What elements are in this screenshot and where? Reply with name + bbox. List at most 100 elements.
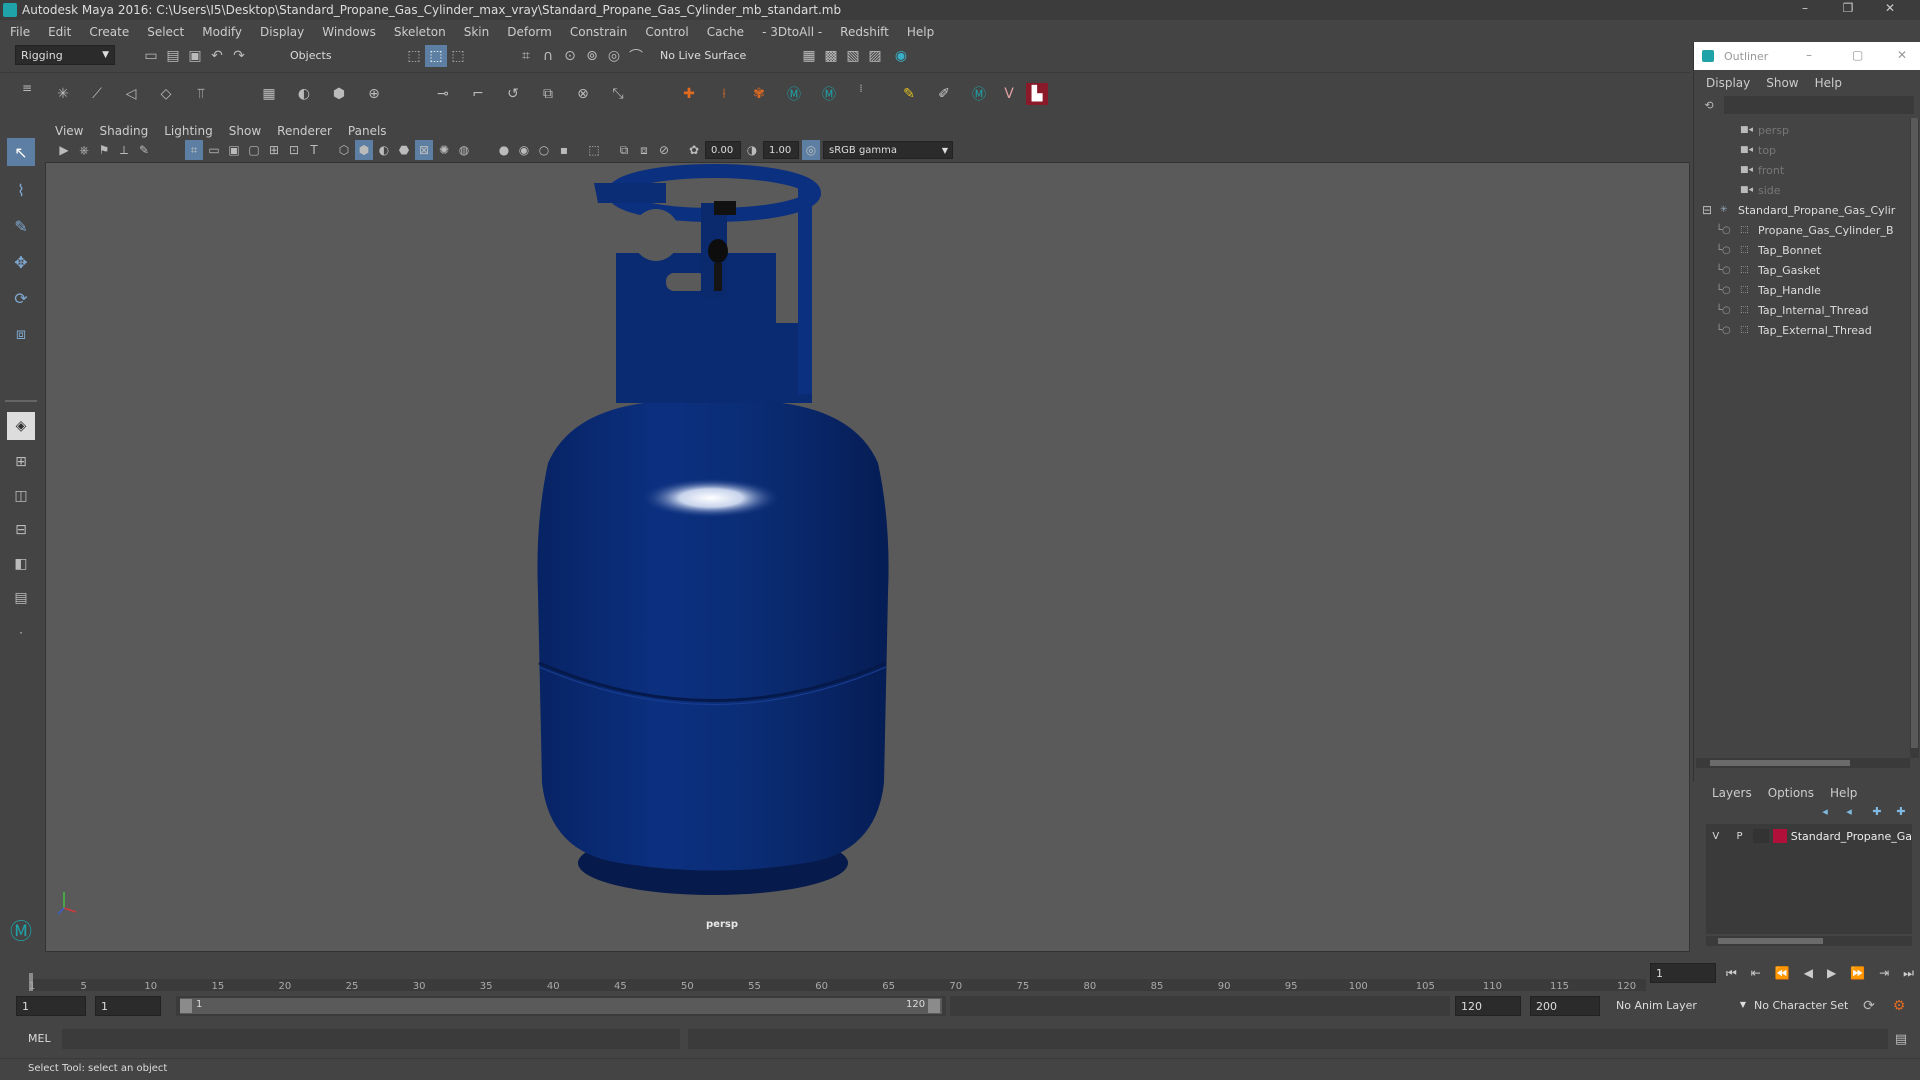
hypershade-icon[interactable]: ◉ xyxy=(890,45,912,67)
menu-windows[interactable]: Windows xyxy=(322,25,376,39)
filter-icon[interactable]: ⟲ xyxy=(1700,96,1718,114)
viewport-3d[interactable]: persp xyxy=(45,162,1690,952)
xray-joints-icon[interactable]: ⧉ xyxy=(615,140,633,160)
auto-key-icon[interactable]: ⟳ xyxy=(1858,995,1880,1017)
constraint-pole-icon[interactable]: ⤡ xyxy=(607,83,629,105)
resolution-gate-icon[interactable]: ▣ xyxy=(225,140,243,160)
outliner-menu-show[interactable]: Show xyxy=(1766,76,1798,90)
ipr-render-icon[interactable]: ▧ xyxy=(842,45,864,67)
end-frame-field[interactable]: 200 xyxy=(1530,996,1600,1016)
layer-menu-help[interactable]: Help xyxy=(1830,786,1857,800)
outliner-item[interactable]: └○ ⬚ Tap_Bonnet xyxy=(1696,240,1821,260)
menu-display[interactable]: Display xyxy=(260,25,304,39)
constraint-parent-icon[interactable]: ⊗ xyxy=(572,83,594,105)
menu-select[interactable]: Select xyxy=(147,25,184,39)
v-tool-icon[interactable]: V xyxy=(998,83,1020,105)
xray-icon[interactable]: ⊠ xyxy=(415,140,433,160)
snap-live-icon[interactable]: ⌒ xyxy=(625,45,647,67)
hik-icon[interactable]: ✾ xyxy=(748,83,770,105)
menu-create[interactable]: Create xyxy=(89,25,129,39)
menuset-dropdown[interactable]: Rigging ▼ xyxy=(15,45,115,65)
film-gate-icon[interactable]: ▭ xyxy=(205,140,223,160)
step-back-key-icon[interactable]: ⇤ xyxy=(1751,966,1761,980)
color-space-dropdown[interactable]: sRGB gamma ▼ xyxy=(823,141,953,159)
live-surface-label[interactable]: No Live Surface xyxy=(660,49,746,62)
scale-tool-icon[interactable]: ⧈ xyxy=(7,320,35,348)
exposure-icon[interactable]: ✿ xyxy=(685,140,703,160)
ik-fk-icon[interactable]: ⟊ xyxy=(713,83,735,105)
render-frame-icon[interactable]: ▩ xyxy=(820,45,842,67)
menu-skeleton[interactable]: Skeleton xyxy=(394,25,446,39)
outliner-item[interactable]: ■◂ side xyxy=(1696,180,1781,200)
selection-mode-label[interactable]: Objects xyxy=(290,49,332,62)
snap-grid-icon[interactable]: ⌗ xyxy=(515,45,537,67)
dof-icon[interactable]: ▪ xyxy=(555,140,573,160)
range-slider-thumb[interactable] xyxy=(180,998,942,1014)
outliner-vscroll-thumb[interactable] xyxy=(1911,118,1918,748)
outliner-item[interactable]: └○ ⬚ Tap_Internal_Thread xyxy=(1696,300,1868,320)
outliner-menu-help[interactable]: Help xyxy=(1815,76,1842,90)
locator-icon[interactable]: ✚ xyxy=(678,83,700,105)
joint-tool-icon[interactable]: ✳ xyxy=(52,83,74,105)
new-layer-selected-icon[interactable]: ✚ xyxy=(1892,802,1910,820)
layer-hscroll-thumb[interactable] xyxy=(1718,938,1823,944)
gamma-field[interactable]: 1.00 xyxy=(763,141,799,159)
render-settings-icon[interactable]: ▦ xyxy=(798,45,820,67)
maya-tool-3-icon[interactable]: Ⓜ xyxy=(968,83,990,105)
collapse-icon[interactable]: ⊟ xyxy=(1702,203,1716,217)
current-frame-field[interactable]: 1 xyxy=(1650,963,1716,983)
character-set-dropdown[interactable]: No Character Set xyxy=(1750,996,1868,1016)
go-to-end-icon[interactable]: ⏭ xyxy=(1903,966,1914,981)
layer-hscrollbar[interactable] xyxy=(1706,936,1912,946)
outliner-item[interactable]: ■◂ front xyxy=(1696,160,1784,180)
save-scene-icon[interactable]: ▣ xyxy=(184,45,206,67)
smooth-shade-icon[interactable]: ⬢ xyxy=(355,140,373,160)
skeleton-icon[interactable]: ⫪ xyxy=(190,83,212,105)
start-frame-field[interactable]: 1 xyxy=(16,996,86,1016)
play-backward-icon[interactable]: ◀ xyxy=(1804,966,1813,980)
outliner-item[interactable]: └○ ⬚ Propane_Gas_Cylinder_B xyxy=(1696,220,1894,240)
more-layouts-icon[interactable]: · xyxy=(7,622,35,644)
paint-weights-icon[interactable]: ◐ xyxy=(293,83,315,105)
menu-file[interactable]: File xyxy=(10,25,30,39)
viewport-menu-shading[interactable]: Shading xyxy=(99,124,148,138)
layer-move-down-icon[interactable]: ◂ xyxy=(1840,802,1858,820)
menu-edit[interactable]: Edit xyxy=(48,25,71,39)
lattice-icon[interactable]: ⬢ xyxy=(328,83,350,105)
lights-icon[interactable]: ✺ xyxy=(435,140,453,160)
layer-menu-layers[interactable]: Layers xyxy=(1712,786,1752,800)
chart-tool-icon[interactable]: ▙ xyxy=(1026,83,1048,105)
range-end-handle[interactable] xyxy=(928,999,940,1013)
motion-blur-icon[interactable]: ◉ xyxy=(515,140,533,160)
shelf-tabs-icon[interactable]: ≡ xyxy=(16,77,38,99)
menu-help[interactable]: Help xyxy=(907,25,934,39)
anim-layer-dropdown[interactable]: No Anim Layer ▼ xyxy=(1612,996,1748,1016)
layer-playback-toggle[interactable]: P xyxy=(1730,831,1750,842)
time-slider[interactable] xyxy=(20,955,1646,991)
menu-3dtoall[interactable]: - 3DtoAll - xyxy=(762,25,822,39)
backface-icon[interactable]: ⊘ xyxy=(655,140,673,160)
layer-move-up-icon[interactable]: ◂ xyxy=(1816,802,1834,820)
viewport-menu-view[interactable]: View xyxy=(55,124,83,138)
layer-name[interactable]: Standard_Propane_Ga xyxy=(1791,830,1912,843)
image-plane-icon[interactable]: ⟂ xyxy=(115,140,133,160)
viewport-menu-renderer[interactable]: Renderer xyxy=(277,124,332,138)
outliner-item[interactable]: ⊟ ✳ Standard_Propane_Gas_Cylir xyxy=(1696,200,1895,220)
outliner-minimize-button[interactable]: – xyxy=(1806,48,1812,62)
viewport-menu-panels[interactable]: Panels xyxy=(348,124,387,138)
brush-icon[interactable]: ✐ xyxy=(933,83,955,105)
color-management-icon[interactable]: ◎ xyxy=(802,140,820,160)
command-input[interactable] xyxy=(62,1029,680,1049)
layer-row[interactable]: V P Standard_Propane_Ga xyxy=(1706,826,1912,846)
snap-surface-icon[interactable]: ◎ xyxy=(603,45,625,67)
maya-tool-1-icon[interactable]: Ⓜ xyxy=(783,83,805,105)
menu-deform[interactable]: Deform xyxy=(507,25,552,39)
outliner-item[interactable]: ■◂ persp xyxy=(1696,120,1789,140)
outliner-menu-display[interactable]: Display xyxy=(1706,76,1750,90)
select-hierarchy-icon[interactable]: ⬚ xyxy=(403,45,425,67)
stacked-view-icon[interactable]: ⊟ xyxy=(7,516,35,544)
menu-modify[interactable]: Modify xyxy=(202,25,242,39)
cluster-icon[interactable]: ⊕ xyxy=(363,83,385,105)
select-object-icon[interactable]: ⬚ xyxy=(425,45,447,67)
menu-control[interactable]: Control xyxy=(645,25,688,39)
